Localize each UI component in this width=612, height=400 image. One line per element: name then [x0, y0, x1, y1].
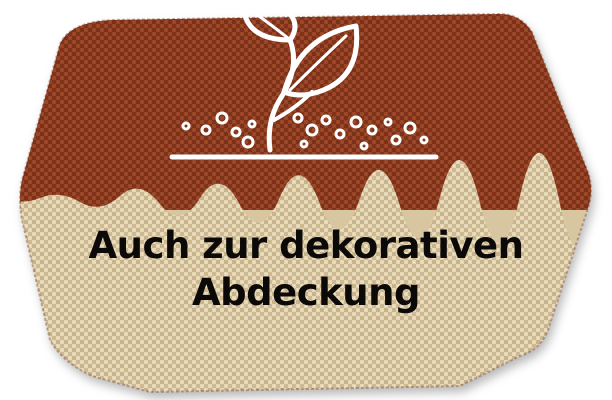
caption-line-2: Abdeckung	[192, 271, 420, 314]
badge-caption: Auch zur dekorativen Abdeckung	[30, 222, 582, 316]
burlap-badge	[19, 4, 592, 394]
badge-stage: Auch zur dekorativen Abdeckung	[0, 0, 612, 400]
caption-line-1: Auch zur dekorativen	[88, 224, 524, 267]
top-fabric	[20, 14, 591, 210]
